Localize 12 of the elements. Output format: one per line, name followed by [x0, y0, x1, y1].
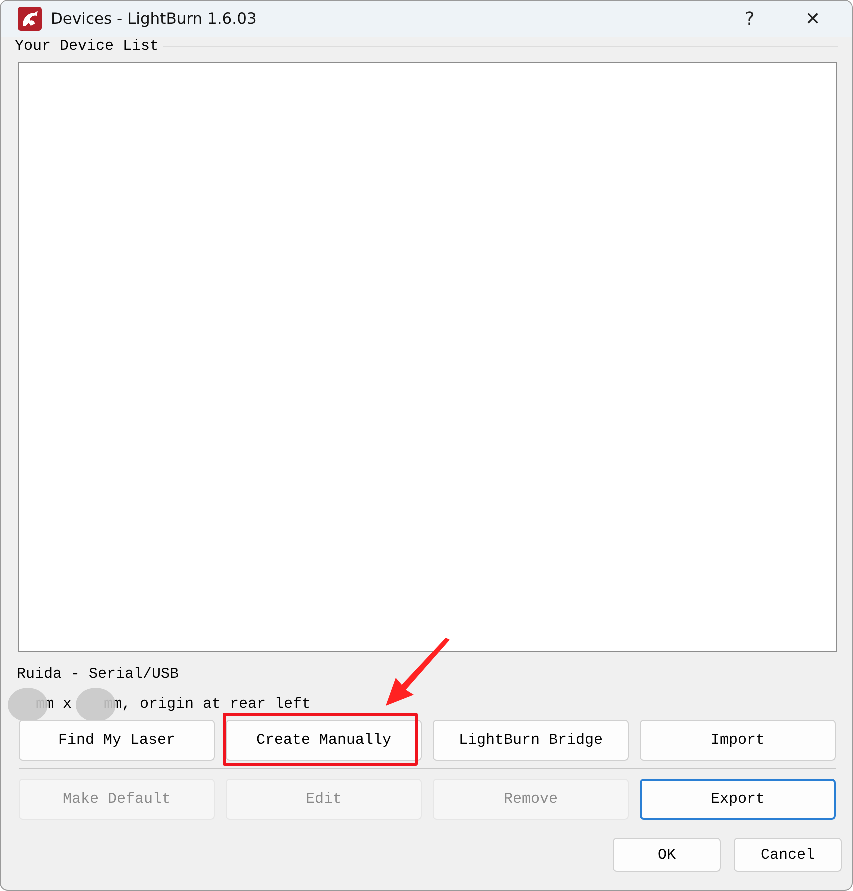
window-title: Devices - LightBurn 1.6.03 [51, 10, 257, 28]
dialog-button[interactable]: OK [613, 838, 721, 872]
dialog-button[interactable]: Export [640, 779, 836, 820]
device-name: Ruida - Serial/USB [17, 666, 180, 684]
dialog-button[interactable]: Create Manually [226, 720, 422, 761]
close-button[interactable]: ✕ [780, 1, 846, 37]
dialog-button[interactable]: Find My Laser [19, 720, 215, 761]
dialog-button[interactable]: Import [640, 720, 836, 761]
help-button[interactable]: ? [720, 1, 780, 37]
app-logo-icon [18, 7, 42, 31]
dialog-button[interactable]: Cancel [734, 838, 842, 872]
dialog-button[interactable]: LightBurn Bridge [433, 720, 629, 761]
